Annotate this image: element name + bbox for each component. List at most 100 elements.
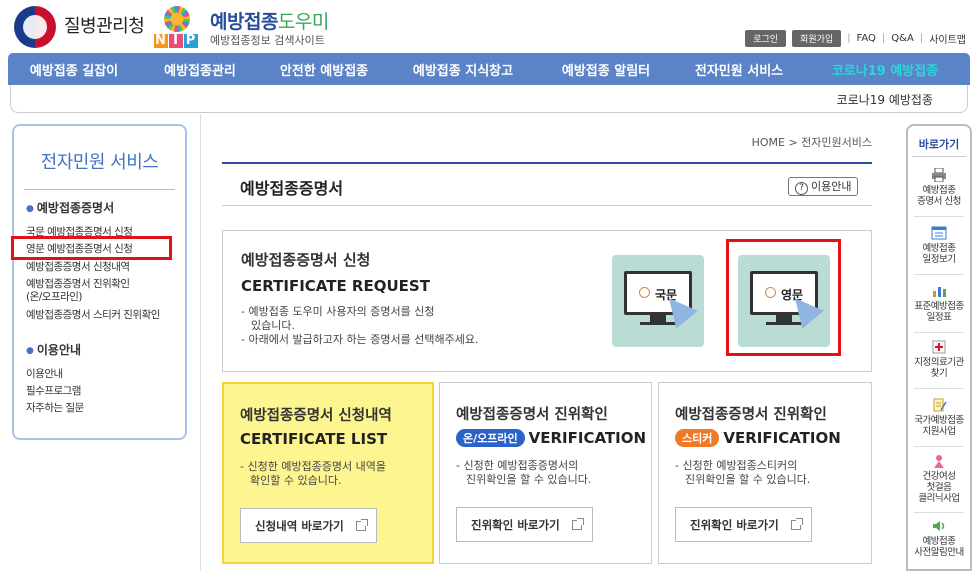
nav-item-safe[interactable]: 안전한 예방접종 xyxy=(260,60,388,79)
verification-online-panel: 예방접종증명서 진위확인 온/오프라인 VERIFICATION - 신청한 예방… xyxy=(439,382,652,564)
org-name[interactable]: 질병관리청 xyxy=(64,12,145,38)
page-title: 예방접종증명서 xyxy=(240,179,344,198)
request-description: - 예방접종 도우미 사용자의 증명서를 신청 있습니다. - 아래에서 발급하… xyxy=(241,305,478,347)
breadcrumb: HOME > 전자민원서비스 xyxy=(751,136,872,149)
qna-link[interactable]: Q&A xyxy=(891,33,914,44)
nav-item-management[interactable]: 예방접종관리 xyxy=(140,60,260,79)
header: 질병관리청 NIP 예방접종도우미 예방접종정보 검색사이트 로그인 회원가입 … xyxy=(0,0,980,52)
sidebar-item-sticker-verification[interactable]: 예방접종증명서 스티커 진위확인 xyxy=(26,309,160,322)
divider xyxy=(914,446,964,447)
nip-letters: NIP xyxy=(154,33,199,48)
quick-label: 첫걸음 xyxy=(926,482,952,493)
verification-en-label: VERIFICATION xyxy=(528,429,647,447)
help-icon: ? xyxy=(795,182,808,195)
join-button[interactable]: 회원가입 xyxy=(792,30,842,47)
quick-item-standard-schedule[interactable]: 표준예방접종 일정표 xyxy=(908,284,970,323)
guide-button-label: 이용안내 xyxy=(811,180,852,193)
sidebar-section-certificate[interactable]: 예방접종증명서 xyxy=(26,199,114,216)
sidebar-item-faq[interactable]: 자주하는 질문 xyxy=(26,402,84,415)
divider xyxy=(914,388,964,389)
list-desc-line2: 확인할 수 있습니다. xyxy=(250,474,342,487)
document-pen-icon xyxy=(933,398,947,412)
sticker-en-label: VERIFICATION xyxy=(723,429,841,447)
nav-item-e-service[interactable]: 전자민원 서비스 xyxy=(674,60,804,79)
certificate-list-panel: 예방접종증명서 신청내역 CERTIFICATE LIST - 신청한 예방접종… xyxy=(222,382,434,564)
verification-button-label: 진위확인 바로가기 xyxy=(471,517,560,532)
verification-desc-line1: - 신청한 예방접종증명서의 xyxy=(456,459,579,472)
nav-item-guide[interactable]: 예방접종 길잡이 xyxy=(8,60,140,79)
sub-bar: 코로나19 예방접종 xyxy=(10,85,968,113)
quick-item-hospital[interactable]: 지정의료기관 찾기 xyxy=(908,340,970,379)
printer-icon xyxy=(932,168,946,182)
site-subtitle: 예방접종정보 검색사이트 xyxy=(210,34,325,47)
list-en-label: CERTIFICATE LIST xyxy=(240,430,388,448)
nav-item-covid19[interactable]: 코로나19 예방접종 xyxy=(804,60,966,79)
sticker-verification-description: - 신청한 예방접종스티커의 진위확인을 할 수 있습니다. xyxy=(675,459,810,487)
quick-label: 클리닉사업 xyxy=(918,493,960,504)
sidebar-item-request-list[interactable]: 예방접종증명서 신청내역 xyxy=(26,261,130,274)
highlight-box-english xyxy=(726,239,841,356)
divider xyxy=(914,332,964,333)
quick-label: 일정표 xyxy=(926,312,952,323)
request-title-en: CERTIFICATE REQUEST xyxy=(241,277,430,295)
quick-label: 국가예방접종 xyxy=(914,415,964,426)
sticker-tag: 스티커 xyxy=(675,429,720,447)
chart-icon xyxy=(933,287,946,297)
divider xyxy=(24,189,175,190)
sidebar-item-guide[interactable]: 이용안내 xyxy=(26,368,63,381)
calendar-icon xyxy=(931,226,947,240)
kdca-logo[interactable] xyxy=(14,6,56,48)
sidebar-section-guide[interactable]: 이용안내 xyxy=(26,341,81,358)
divider xyxy=(222,205,872,206)
sticker-desc-line1: - 신청한 예방접종스티커의 xyxy=(675,459,798,472)
quick-item-schedule[interactable]: 예방접종 일정보기 xyxy=(908,226,970,265)
quick-item-womens-clinic[interactable]: 건강여성 첫걸음 클리닉사업 xyxy=(908,454,970,504)
sitemap-link[interactable]: 사이트맵 xyxy=(929,31,966,46)
request-list-button-label: 신청내역 바로가기 xyxy=(255,518,344,533)
sticker-desc-line2: 진위확인을 할 수 있습니다. xyxy=(685,473,811,486)
quick-item-national-program[interactable]: 국가예방접종 지원사업 xyxy=(908,398,970,437)
quick-item-advance-notice[interactable]: 예방접종 사전알림안내 xyxy=(908,519,970,558)
request-desc-line1: - 예방접종 도우미 사용자의 증명서를 신청 xyxy=(241,305,435,318)
speaker-icon xyxy=(933,521,945,531)
sticker-verification-title: 예방접종증명서 진위확인 xyxy=(675,407,827,423)
quick-item-certificate[interactable]: 예방접종 증명서 신청 xyxy=(908,168,970,207)
sidebar-item-verification-sub[interactable]: (온/오프라인) xyxy=(26,291,83,304)
nav-item-notice[interactable]: 예방접종 알림터 xyxy=(538,60,674,79)
guide-button[interactable]: ? 이용안내 xyxy=(788,177,859,196)
sticker-verification-button[interactable]: 진위확인 바로가기 xyxy=(675,507,812,542)
divider: | xyxy=(881,33,886,44)
nip-logo[interactable]: NIP xyxy=(152,6,202,48)
korean-certificate-button[interactable]: 국문 xyxy=(612,255,704,347)
nip-letter-p: P xyxy=(184,33,198,48)
quick-menu: 바로가기 예방접종 증명서 신청 예방접종 일정보기 표준예방접종 일정표 지정의료기… xyxy=(906,124,972,571)
woman-icon xyxy=(934,455,944,468)
sidebar-item-programs[interactable]: 필수프로그램 xyxy=(26,385,81,398)
verification-button[interactable]: 진위확인 바로가기 xyxy=(456,507,593,542)
nav-item-knowledge[interactable]: 예방접종 지식창고 xyxy=(388,60,538,79)
login-button[interactable]: 로그인 xyxy=(745,30,787,47)
divider xyxy=(914,274,964,275)
sidebar-item-verification[interactable]: 예방접종증명서 진위확인 xyxy=(26,278,130,291)
divider: | xyxy=(919,33,924,44)
faq-link[interactable]: FAQ xyxy=(857,33,876,44)
quick-label: 표준예방접종 xyxy=(914,301,964,312)
request-desc-line1b: 있습니다. xyxy=(251,319,295,332)
list-desc-line1: - 신청한 예방접종증명서 내역을 xyxy=(240,460,387,473)
hospital-icon xyxy=(932,340,946,354)
request-title: 예방접종증명서 신청 xyxy=(241,251,371,269)
quick-label: 예방접종 xyxy=(922,185,956,196)
site-name[interactable]: 예방접종도우미 xyxy=(210,7,329,34)
divider xyxy=(200,114,201,571)
seal-icon xyxy=(639,287,650,298)
nip-letter-n: N xyxy=(154,33,168,48)
sun-icon xyxy=(164,6,190,32)
list-title-en: CERTIFICATE LIST xyxy=(240,430,387,448)
highlight-box-sidebar xyxy=(11,236,172,260)
verification-title: 예방접종증명서 진위확인 xyxy=(456,407,608,423)
verification-title-en: 온/오프라인 VERIFICATION xyxy=(456,429,646,447)
list-description: - 신청한 예방접종증명서 내역을 확인할 수 있습니다. xyxy=(240,460,386,488)
request-list-button[interactable]: 신청내역 바로가기 xyxy=(240,508,377,543)
subbar-covid-link[interactable]: 코로나19 예방접종 xyxy=(837,91,933,108)
quick-label: 찾기 xyxy=(930,368,948,379)
